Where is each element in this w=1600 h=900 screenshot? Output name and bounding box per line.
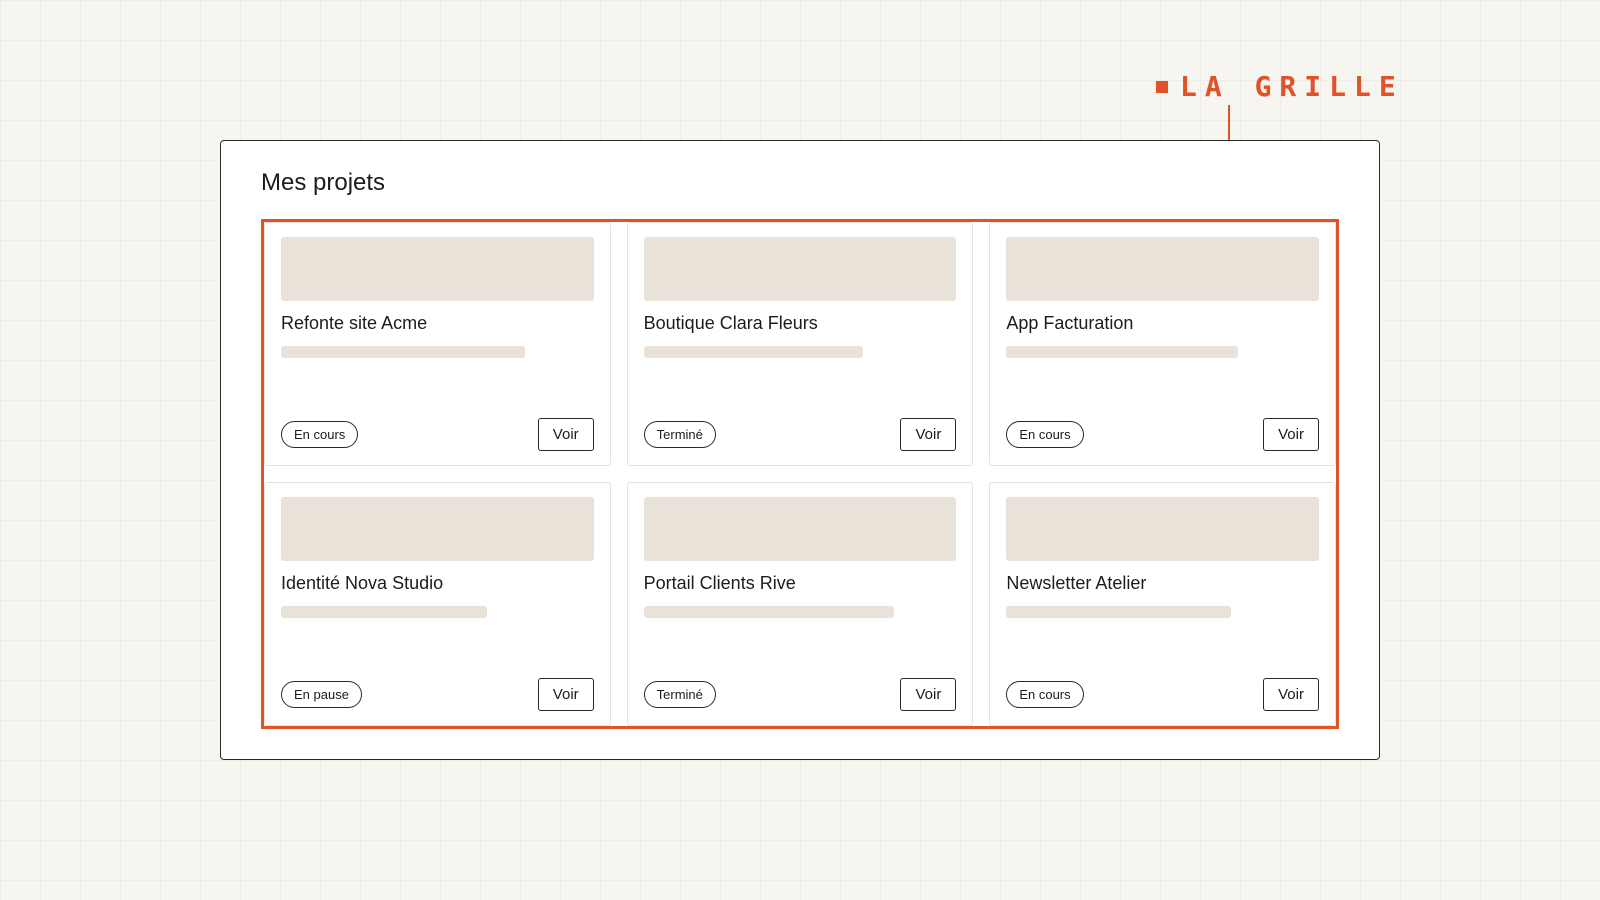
card-description-placeholder (281, 346, 525, 358)
card-thumbnail-placeholder (281, 497, 594, 561)
card-title: Refonte site Acme (281, 313, 428, 333)
annotation-connector-line (1228, 105, 1230, 140)
card-thumbnail-placeholder (643, 237, 957, 301)
card-title: App Facturation (1006, 313, 1134, 333)
project-card: Boutique Clara Fleurs Terminé Voir (626, 222, 974, 466)
card-footer: En pause Voir (281, 678, 594, 711)
project-card: Newsletter Atelier En cours Voir (989, 482, 1336, 726)
projects-grid: Refonte site Acme En cours Voir Boutique… (264, 222, 1336, 726)
card-thumbnail-placeholder (1006, 497, 1319, 561)
card-footer: En cours Voir (281, 418, 594, 451)
page-title: Mes projets (261, 169, 386, 196)
card-description-placeholder (1006, 346, 1238, 358)
card-title: Boutique Clara Fleurs (643, 313, 818, 333)
view-button[interactable]: Voir (1263, 678, 1319, 711)
card-description-placeholder (643, 606, 894, 618)
card-description-placeholder (643, 346, 863, 358)
grid-highlight-frame: Refonte site Acme En cours Voir Boutique… (261, 219, 1339, 729)
view-button[interactable]: Voir (900, 678, 957, 711)
status-badge: En cours (281, 421, 359, 448)
annotation-callout: LA GRILLE (1156, 70, 1404, 103)
annotation-square-icon (1156, 80, 1168, 93)
card-description-placeholder (281, 606, 488, 618)
status-badge: En cours (1006, 421, 1084, 448)
card-thumbnail-placeholder (281, 237, 594, 301)
view-button[interactable]: Voir (537, 418, 594, 451)
card-footer: En cours Voir (1006, 678, 1319, 711)
card-footer: Terminé Voir (643, 678, 957, 711)
view-button[interactable]: Voir (1263, 418, 1319, 451)
card-description-placeholder (1006, 606, 1232, 618)
card-title: Portail Clients Rive (643, 573, 796, 593)
card-title: Newsletter Atelier (1006, 573, 1147, 593)
projects-window: Mes projets Refonte site Acme En cours V… (220, 140, 1380, 760)
annotation-label: LA GRILLE (1180, 70, 1404, 103)
status-badge: Terminé (643, 681, 716, 708)
card-thumbnail-placeholder (643, 497, 957, 561)
view-button[interactable]: Voir (537, 678, 594, 711)
view-button[interactable]: Voir (900, 418, 957, 451)
project-card: Portail Clients Rive Terminé Voir (626, 482, 974, 726)
project-card: Refonte site Acme En cours Voir (264, 222, 611, 466)
card-thumbnail-placeholder (1006, 237, 1319, 301)
project-card: Identité Nova Studio En pause Voir (264, 482, 611, 726)
status-badge: En pause (281, 681, 362, 708)
card-footer: Terminé Voir (643, 418, 957, 451)
status-badge: En cours (1006, 681, 1084, 708)
card-footer: En cours Voir (1006, 418, 1319, 451)
status-badge: Terminé (643, 421, 716, 448)
card-title: Identité Nova Studio (281, 573, 444, 593)
project-card: App Facturation En cours Voir (989, 222, 1336, 466)
